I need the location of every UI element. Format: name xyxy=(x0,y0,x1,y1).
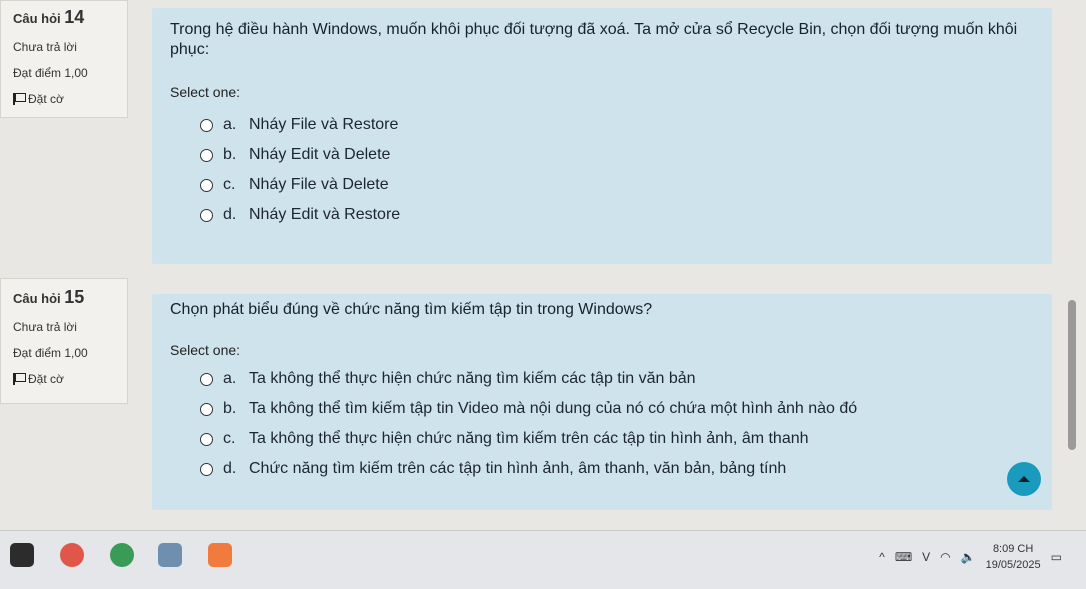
question-info: Câu hỏi 15 Chưa trả lời Đạt điểm 1,00 Đặ… xyxy=(0,278,128,404)
clock[interactable]: 8:09 CH 19/05/2025 xyxy=(986,541,1041,573)
volume-icon[interactable]: 🔈 xyxy=(961,550,976,564)
flag-icon xyxy=(13,373,26,385)
answer-list: a. Ta không thể thực hiện chức năng tìm k… xyxy=(200,364,1034,484)
browser-icon[interactable] xyxy=(60,543,84,567)
camera-app-icon[interactable] xyxy=(208,543,232,567)
question-text: Trong hệ điều hành Windows, muốn khôi ph… xyxy=(170,21,1018,58)
question-status: Chưa trả lời xyxy=(13,320,77,334)
select-one-label: Select one: xyxy=(170,342,241,358)
answer-option-c[interactable]: c. Nháy File và Delete xyxy=(200,170,1034,200)
question-content: Trong hệ điều hành Windows, muốn khôi ph… xyxy=(152,8,1052,264)
radio-button[interactable] xyxy=(200,148,213,162)
radio-button[interactable] xyxy=(200,208,213,222)
scroll-to-top-button[interactable] xyxy=(1007,462,1041,496)
question-info: Câu hỏi 14 Chưa trả lời Đạt điểm 1,00 Đặ… xyxy=(0,0,128,118)
radio-button[interactable] xyxy=(200,118,213,132)
radio-button[interactable] xyxy=(200,462,213,476)
question-text: Chọn phát biểu đúng về chức năng tìm kiế… xyxy=(170,301,653,318)
flag-label: Đặt cờ xyxy=(28,372,64,386)
system-tray: ^ ⌨ V ◠ 🔈 8:09 CH 19/05/2025 ▭ xyxy=(879,541,1062,573)
scrollbar-thumb[interactable] xyxy=(1068,300,1076,450)
chrome-icon[interactable] xyxy=(110,543,134,567)
question-score: Đạt điểm 1,00 xyxy=(13,346,88,360)
answer-option-d[interactable]: d. Nháy Edit và Restore xyxy=(200,200,1034,230)
question-score: Đạt điểm 1,00 xyxy=(13,66,88,80)
keyboard-icon[interactable]: ⌨ xyxy=(895,550,912,564)
clock-date: 19/05/2025 xyxy=(985,559,1041,571)
wifi-icon[interactable]: ◠ xyxy=(940,550,950,564)
question-number: Câu hỏi 15 xyxy=(13,287,85,307)
store-icon[interactable] xyxy=(10,543,34,567)
select-one-label: Select one: xyxy=(170,84,241,100)
answer-option-a[interactable]: a. Nháy File và Restore xyxy=(200,110,1034,140)
answer-option-a[interactable]: a. Ta không thể thực hiện chức năng tìm k… xyxy=(200,364,1034,394)
question-status: Chưa trả lời xyxy=(13,40,77,54)
notification-icon[interactable]: ▭ xyxy=(1051,550,1062,564)
flag-question-button[interactable]: Đặt cờ xyxy=(13,372,115,386)
question-number: Câu hỏi 14 xyxy=(13,7,85,27)
radio-button[interactable] xyxy=(200,402,213,416)
flag-label: Đặt cờ xyxy=(28,92,64,106)
flag-question-button[interactable]: Đặt cờ xyxy=(13,92,115,106)
app-icon[interactable] xyxy=(158,543,182,567)
answer-list: a. Nháy File và Restore b. Nháy Edit và De… xyxy=(200,110,1034,230)
answer-option-b[interactable]: b. Ta không thể tìm kiếm tập tin Video mà… xyxy=(200,394,1034,424)
language-indicator[interactable]: V xyxy=(922,550,930,564)
radio-button[interactable] xyxy=(200,432,213,446)
taskbar: ^ ⌨ V ◠ 🔈 8:09 CH 19/05/2025 ▭ xyxy=(0,530,1086,589)
answer-option-d[interactable]: d. Chức năng tìm kiếm trên các tập tin hì… xyxy=(200,454,1034,484)
answer-option-c[interactable]: c. Ta không thể thực hiện chức năng tìm k… xyxy=(200,424,1034,454)
radio-button[interactable] xyxy=(200,178,213,192)
answer-option-b[interactable]: b. Nháy Edit và Delete xyxy=(200,140,1034,170)
clock-time: 8:09 CH xyxy=(992,543,1034,555)
flag-icon xyxy=(13,93,26,105)
question-content: Chọn phát biểu đúng về chức năng tìm kiế… xyxy=(152,294,1052,510)
chevron-up-icon[interactable]: ^ xyxy=(879,550,885,564)
radio-button[interactable] xyxy=(200,372,213,386)
